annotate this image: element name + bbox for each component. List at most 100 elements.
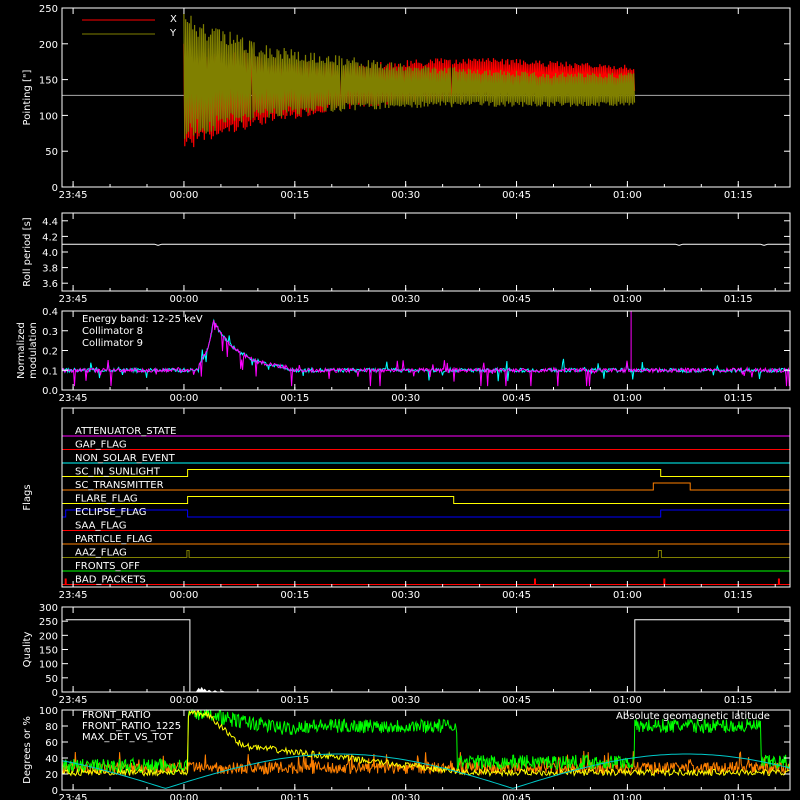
- quality-ylabel: Quality: [22, 632, 33, 668]
- roll-period-xtick-label: 01:15: [724, 294, 753, 305]
- pointing-ylabel: Pointing ["]: [22, 69, 33, 125]
- modulation-ytick-label: 0.1: [42, 366, 58, 377]
- ratios-xtick-label: 00:00: [170, 793, 199, 800]
- flags-xtick-label: 00:15: [280, 590, 309, 601]
- flag-label-sc-in-sunlight: SC_IN_SUNLIGHT: [75, 467, 161, 478]
- flag-label-fronts-off: FRONTS_OFF: [75, 561, 140, 572]
- flag-label-non-solar-event: NON_SOLAR_EVENT: [75, 453, 176, 464]
- ratios-xtick-label: 00:15: [280, 793, 309, 800]
- flag-label-sc-transmitter: SC_TRANSMITTER: [75, 480, 164, 491]
- modulation-ytick-label: 0.3: [42, 327, 58, 338]
- legend-collimator8: Collimator 8: [82, 326, 143, 337]
- flag-label-aaz-flag: AAZ_FLAG: [75, 548, 127, 559]
- legend-front-ratio: FRONT_RATIO: [82, 710, 151, 721]
- flag-label-saa-flag: SAA_FLAG: [75, 521, 126, 532]
- flags-xtick-label: 23:45: [59, 590, 88, 601]
- pointing-xtick-label: 23:45: [59, 190, 88, 201]
- ratios-ylabel: Degrees or %: [22, 716, 33, 784]
- flags-xtick-label: 00:45: [502, 590, 531, 601]
- roll-period-ytick-label: 4.4: [42, 217, 58, 228]
- ratios-ytick-label: 100: [39, 706, 58, 717]
- modulation-xtick-label: 01:00: [613, 393, 642, 404]
- roll-period-xtick-label: 01:00: [613, 294, 642, 305]
- pointing-ytick-label: 200: [39, 40, 58, 51]
- ratios-xtick-label: 00:30: [391, 793, 420, 800]
- modulation-xtick-label: 00:15: [280, 393, 309, 404]
- quality-ytick-label: 150: [39, 646, 58, 657]
- flag-label-eclipse-flag: ECLIPSE_FLAG: [75, 507, 146, 518]
- pointing-ytick-label: 0: [52, 183, 58, 194]
- roll-period-ylabel: Roll period [s]: [22, 217, 33, 286]
- legend-geomagnetic-latitude: Absolute geomagnetic latitude: [616, 711, 770, 722]
- quality-ytick-label: 200: [39, 631, 58, 642]
- legend-collimator9: Collimator 9: [82, 338, 143, 349]
- ratios-xtick-label: 01:15: [724, 793, 753, 800]
- ratios-ytick-label: 80: [45, 722, 58, 733]
- roll-period-ytick-label: 4.2: [42, 232, 58, 243]
- pointing-xtick-label: 00:45: [502, 190, 531, 201]
- modulation-xtick-label: 00:45: [502, 393, 531, 404]
- modulation-ytick-label: 0.4: [42, 307, 58, 318]
- flags-xtick-label: 01:00: [613, 590, 642, 601]
- quality-ytick-label: 50: [45, 674, 58, 685]
- pointing-ytick-label: 50: [45, 147, 58, 158]
- pointing-xtick-label: 00:30: [391, 190, 420, 201]
- legend-max-det-vs-tot: MAX_DET_VS_TOT: [82, 732, 174, 743]
- modulation-xtick-label: 00:30: [391, 393, 420, 404]
- legend-x-label: X: [170, 14, 177, 25]
- ratios-ytick-label: 40: [45, 754, 58, 765]
- flag-label-bad-packets: BAD_PACKETS: [75, 575, 146, 586]
- ratios-xtick-label: 01:00: [613, 793, 642, 800]
- flag-label-flare-flag: FLARE_FLAG: [75, 494, 138, 505]
- flags-xtick-label: 00:30: [391, 590, 420, 601]
- quality-xtick-label: 00:30: [391, 695, 420, 706]
- ratios-xtick-label: 23:45: [59, 793, 88, 800]
- ratios-xtick-label: 00:45: [502, 793, 531, 800]
- roll-period-xtick-label: 00:30: [391, 294, 420, 305]
- pointing-ytick-label: 250: [39, 4, 58, 15]
- roll-period-xtick-label: 00:45: [502, 294, 531, 305]
- energy-band-annotation: Energy band: 12-25 keV: [82, 314, 203, 325]
- modulation-xtick-label: 01:15: [724, 393, 753, 404]
- modulation-ytick-label: 0.2: [42, 347, 58, 358]
- legend-front-ratio-1225: FRONT_RATIO_1225: [82, 721, 181, 732]
- observing-summary-figure: 23:45 00:00 00:15 00:30 00:45 01:00 01:15 0 50 10…: [0, 0, 800, 800]
- flag-label-particle-flag: PARTICLE_FLAG: [75, 534, 152, 545]
- flag-label-gap-flag: GAP_FLAG: [75, 440, 127, 451]
- quality-ytick-label: 300: [39, 603, 58, 614]
- quality-ytick-label: 100: [39, 660, 58, 671]
- flags-xtick-label: 00:00: [170, 590, 199, 601]
- ratios-ytick-label: 0: [52, 786, 58, 797]
- quality-ytick-label: 0: [52, 688, 58, 699]
- modulation-xtick-label: 00:00: [170, 393, 199, 404]
- modulation-ylabel: Normalized: [16, 322, 27, 379]
- flags-xtick-label: 01:15: [724, 590, 753, 601]
- roll-period-xtick-label: 23:45: [59, 294, 88, 305]
- pointing-xtick-label: 00:00: [170, 190, 199, 201]
- quality-xtick-label: 01:00: [613, 695, 642, 706]
- quality-xtick-label: 00:45: [502, 695, 531, 706]
- quality-xtick-label: 00:00: [170, 695, 199, 706]
- flags-ylabel: Flags: [22, 484, 33, 510]
- quality-xtick-label: 00:15: [280, 695, 309, 706]
- ratios-ytick-label: 20: [45, 770, 58, 781]
- roll-period-ytick-label: 3.6: [42, 279, 58, 290]
- modulation-ytick-label: 0.0: [42, 386, 58, 397]
- roll-period-xtick-label: 00:00: [170, 294, 199, 305]
- quality-xtick-label: 23:45: [59, 695, 88, 706]
- roll-period-xtick-label: 00:15: [280, 294, 309, 305]
- pointing-ytick-label: 100: [39, 111, 58, 122]
- pointing-xtick-label: 01:00: [613, 190, 642, 201]
- quality-ytick-label: 250: [39, 617, 58, 628]
- quality-xtick-label: 01:15: [724, 695, 753, 706]
- modulation-xtick-label: 23:45: [59, 393, 88, 404]
- roll-period-ytick-label: 4.0: [42, 248, 58, 259]
- pointing-xtick-label: 00:15: [280, 190, 309, 201]
- pointing-xtick-label: 01:15: [724, 190, 753, 201]
- pointing-ytick-label: 150: [39, 76, 58, 87]
- modulation-ylabel: modulation: [28, 322, 39, 379]
- ratios-ytick-label: 60: [45, 738, 58, 749]
- flag-label-attenuator-state: ATTENUATOR_STATE: [75, 426, 176, 437]
- legend-y-label: Y: [169, 28, 177, 39]
- roll-period-ytick-label: 3.8: [42, 264, 58, 275]
